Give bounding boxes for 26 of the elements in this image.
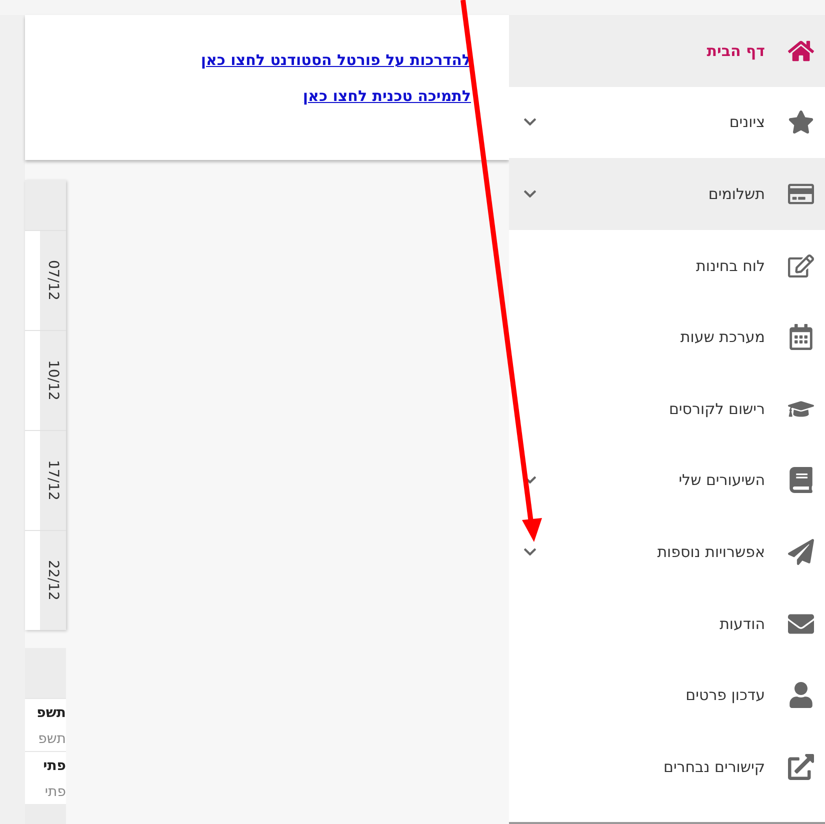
sidebar-label: קישורים נבחרים <box>662 758 765 776</box>
sidebar-label: דף הבית <box>706 42 765 60</box>
sidebar-label: לוח בחינות <box>695 256 765 275</box>
sidebar-label: אפשרויות נוספות <box>656 542 765 561</box>
sidebar-label: הודעות <box>718 614 765 633</box>
sidebar-label: ציונים <box>728 113 765 132</box>
table-cell-text: פתי <box>43 758 66 774</box>
sidebar-label: עדכון פרטים <box>684 686 765 704</box>
sidebar-label: רישום לקורסים <box>668 400 765 418</box>
table-cell-text: פתי <box>44 784 66 800</box>
table-cell-text: תשפ <box>38 731 66 747</box>
table-cell-text: תשפ <box>36 705 66 721</box>
edit-icon <box>785 252 817 279</box>
link[interactable]: לתמיכה טכנית לחצו כאן <box>302 87 471 105</box>
sidebar-label: מערכת שעות <box>679 328 765 346</box>
sidebar-item[interactable]: דף הבית <box>509 15 825 87</box>
date-label: 17/12 <box>44 459 62 503</box>
sidebar-label: תשלומים <box>707 184 765 203</box>
paper-plane-icon <box>785 538 817 565</box>
date-label: 22/12 <box>44 559 62 603</box>
sidebar-label: השיעורים שלי <box>678 471 765 490</box>
external-link-icon <box>785 754 817 780</box>
sidebar-item[interactable]: תשלומים <box>509 158 825 230</box>
link[interactable]: להדרכות על פורטל הסטודנט לחצו כאן <box>200 51 471 69</box>
date-label: 10/12 <box>44 359 62 403</box>
date-label: 07/12 <box>44 259 62 303</box>
